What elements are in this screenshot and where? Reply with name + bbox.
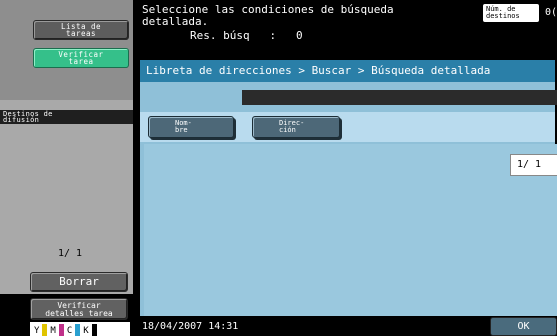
results-separator: : [269, 29, 277, 42]
results-label: Res. búsq [190, 29, 250, 42]
toner-label-c: C [66, 326, 73, 336]
check-details-button[interactable]: Verificar detalles tarea [30, 298, 128, 320]
toner-k-bar [91, 324, 97, 336]
ok-button[interactable]: OK [490, 317, 557, 336]
num-destinations-label: Núm. de destinos [483, 4, 539, 22]
toner-indicator: Y M C K [30, 322, 130, 336]
num-destinations-value: 0( [545, 7, 557, 18]
toner-label-k: K [83, 326, 89, 336]
search-results: Res. búsq : 0 [190, 29, 303, 42]
name-button[interactable]: Nom- bre [148, 116, 234, 138]
left-page-counter: 1/ 1 [57, 248, 83, 259]
search-field[interactable] [242, 90, 557, 105]
broadcast-destinations-label: Destinos de difusión [0, 110, 133, 124]
toner-y-bar [42, 324, 48, 336]
check-job-button[interactable]: Verificar tarea [33, 48, 129, 68]
main-panel: Libreta de direcciones > Buscar > Búsque… [138, 58, 557, 318]
delete-button[interactable]: Borrar [30, 272, 128, 292]
message-line-2: detallada. [142, 15, 209, 28]
results-value: 0 [295, 29, 303, 42]
toner-label-y: Y [34, 326, 40, 336]
destinations-area [0, 100, 136, 294]
date-time: 18/04/2007 14:31 [142, 321, 239, 332]
toner-c-bar [75, 324, 81, 336]
breadcrumb: Libreta de direcciones > Buscar > Búsque… [140, 60, 555, 82]
address-button[interactable]: Direc- ción [252, 116, 340, 138]
left-panel: Lista de tareas Verificar tarea Destinos… [0, 0, 136, 336]
results-page-counter: 1/ 1 [510, 154, 557, 176]
toner-m-bar [58, 324, 64, 336]
job-list-button[interactable]: Lista de tareas [33, 20, 129, 40]
results-list [144, 144, 557, 316]
header: Seleccione las condiciones de búsqueda d… [138, 0, 557, 58]
instruction-message: Seleccione las condiciones de búsqueda d… [142, 4, 394, 28]
toner-label-m: M [50, 326, 56, 336]
